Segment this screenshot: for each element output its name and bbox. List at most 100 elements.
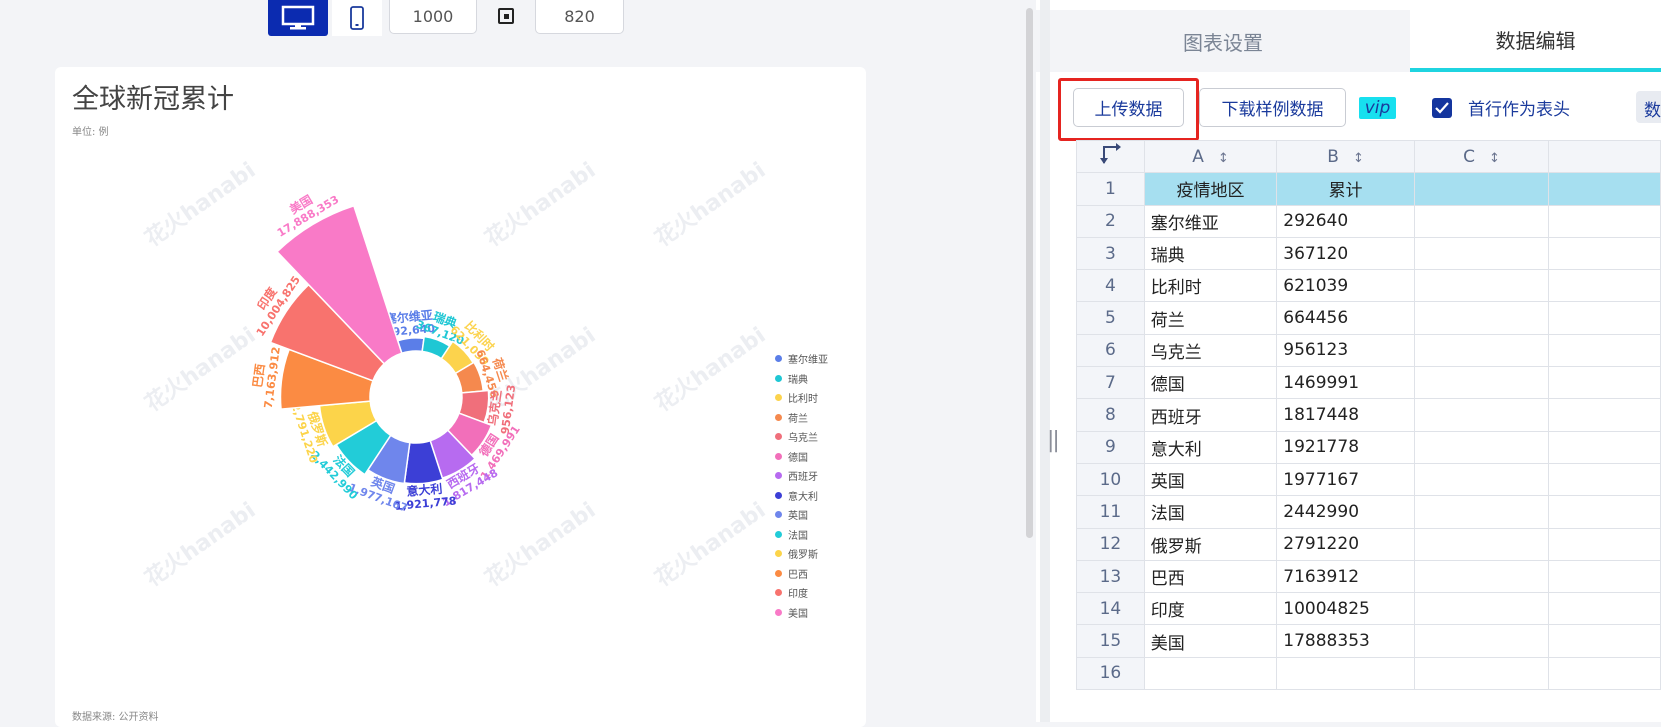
lock-ratio-icon[interactable] [498, 8, 514, 24]
table-cell[interactable] [1413, 236, 1550, 271]
row-number[interactable]: 16 [1076, 656, 1145, 691]
legend-item[interactable]: 巴西 [775, 564, 828, 584]
tab-chart-settings[interactable]: 图表设置 [1036, 10, 1410, 72]
table-cell[interactable]: 2791220 [1276, 527, 1415, 561]
table-cell[interactable] [1413, 430, 1550, 464]
table-cell[interactable] [1413, 495, 1550, 529]
legend-item[interactable]: 法国 [775, 525, 828, 545]
table-cell[interactable]: 巴西 [1143, 559, 1278, 594]
table-cell[interactable] [1548, 430, 1661, 464]
more-button[interactable]: 数 [1636, 91, 1661, 123]
table-cell[interactable] [1413, 462, 1550, 497]
table-cell[interactable] [1413, 559, 1550, 594]
table-cell[interactable]: 法国 [1143, 495, 1278, 529]
row-number[interactable]: 3 [1076, 236, 1145, 271]
table-cell[interactable] [1548, 559, 1661, 594]
table-cell[interactable]: 1469991 [1276, 366, 1415, 400]
legend-item[interactable]: 乌克兰 [775, 427, 828, 447]
download-sample-button[interactable]: 下载样例数据 [1199, 88, 1346, 127]
table-cell[interactable]: 塞尔维亚 [1143, 204, 1278, 238]
legend-item[interactable]: 意大利 [775, 486, 828, 506]
row-number[interactable]: 14 [1076, 592, 1145, 626]
row-number[interactable]: 6 [1076, 333, 1145, 368]
legend-item[interactable]: 塞尔维亚 [775, 349, 828, 369]
table-cell[interactable]: 俄罗斯 [1143, 527, 1278, 561]
row-number[interactable]: 8 [1076, 398, 1145, 432]
table-cell[interactable]: 英国 [1143, 462, 1278, 497]
row-number[interactable]: 12 [1076, 527, 1145, 561]
table-cell[interactable]: 10004825 [1276, 592, 1415, 626]
sort-icon[interactable]: ↕ [1489, 151, 1500, 166]
table-cell[interactable] [1413, 301, 1550, 335]
table-cell[interactable] [1548, 527, 1661, 561]
table-cell[interactable] [1548, 172, 1661, 206]
table-cell[interactable]: 印度 [1143, 592, 1278, 626]
column-header-c[interactable]: C ↕ [1413, 139, 1550, 174]
table-cell[interactable]: 乌克兰 [1143, 333, 1278, 368]
mobile-view-button[interactable] [332, 0, 382, 36]
row-number[interactable]: 9 [1076, 430, 1145, 464]
table-cell[interactable]: 664456 [1276, 301, 1415, 335]
height-input[interactable]: 820 [535, 0, 624, 34]
table-cell[interactable]: 意大利 [1143, 430, 1278, 464]
table-cell[interactable]: 1921778 [1276, 430, 1415, 464]
table-cell[interactable]: 德国 [1143, 366, 1278, 400]
table-cell[interactable] [1548, 592, 1661, 626]
row-number[interactable]: 2 [1076, 204, 1145, 238]
table-cell[interactable] [1413, 333, 1550, 368]
desktop-view-button[interactable] [268, 0, 328, 36]
legend-item[interactable]: 荷兰 [775, 408, 828, 428]
corner-cell[interactable] [1076, 139, 1145, 174]
table-cell[interactable] [1548, 204, 1661, 238]
table-cell[interactable]: 621039 [1276, 269, 1415, 303]
width-input[interactable]: 1000 [389, 0, 477, 34]
row-number[interactable]: 7 [1076, 366, 1145, 400]
table-cell[interactable] [1548, 398, 1661, 432]
legend-item[interactable]: 美国 [775, 603, 828, 623]
table-cell[interactable] [1276, 656, 1415, 691]
row-number[interactable]: 15 [1076, 624, 1145, 658]
column-header-d[interactable] [1548, 139, 1661, 174]
table-cell[interactable] [1548, 236, 1661, 271]
legend-item[interactable]: 德国 [775, 447, 828, 467]
table-cell[interactable] [1548, 624, 1661, 658]
legend-item[interactable]: 英国 [775, 505, 828, 525]
table-cell[interactable]: 956123 [1276, 333, 1415, 368]
row-number[interactable]: 1 [1076, 172, 1145, 206]
table-cell[interactable]: 荷兰 [1143, 301, 1278, 335]
row-number[interactable]: 10 [1076, 462, 1145, 497]
legend-item[interactable]: 西班牙 [775, 466, 828, 486]
table-cell[interactable] [1143, 656, 1278, 691]
row-number[interactable]: 4 [1076, 269, 1145, 303]
table-cell[interactable]: 比利时 [1143, 269, 1278, 303]
legend-item[interactable]: 比利时 [775, 388, 828, 408]
table-cell[interactable] [1413, 172, 1550, 206]
table-cell[interactable]: 367120 [1276, 236, 1415, 271]
row-number[interactable]: 5 [1076, 301, 1145, 335]
table-cell[interactable] [1413, 624, 1550, 658]
row-number[interactable]: 13 [1076, 559, 1145, 594]
table-cell[interactable]: 西班牙 [1143, 398, 1278, 432]
drag-handle-icon[interactable]: || [1047, 428, 1060, 453]
table-cell[interactable]: 疫情地区 [1143, 172, 1278, 206]
table-cell[interactable]: 瑞典 [1143, 236, 1278, 271]
tab-data-edit[interactable]: 数据编辑 [1410, 10, 1661, 72]
table-cell[interactable] [1548, 462, 1661, 497]
table-cell[interactable] [1413, 366, 1550, 400]
table-cell[interactable] [1548, 366, 1661, 400]
sort-icon[interactable]: ↕ [1353, 151, 1364, 166]
panel-splitter[interactable] [1040, 0, 1050, 722]
table-cell[interactable]: 1817448 [1276, 398, 1415, 432]
table-cell[interactable] [1413, 204, 1550, 238]
column-header-a[interactable]: A ↕ [1143, 139, 1278, 174]
table-cell[interactable]: 2442990 [1276, 495, 1415, 529]
legend-item[interactable]: 俄罗斯 [775, 544, 828, 564]
legend-item[interactable]: 瑞典 [775, 369, 828, 389]
table-cell[interactable] [1548, 333, 1661, 368]
table-cell[interactable]: 1977167 [1276, 462, 1415, 497]
table-cell[interactable] [1413, 398, 1550, 432]
table-cell[interactable] [1413, 592, 1550, 626]
column-header-b[interactable]: B ↕ [1276, 139, 1415, 174]
table-cell[interactable]: 美国 [1143, 624, 1278, 658]
table-cell[interactable] [1413, 527, 1550, 561]
